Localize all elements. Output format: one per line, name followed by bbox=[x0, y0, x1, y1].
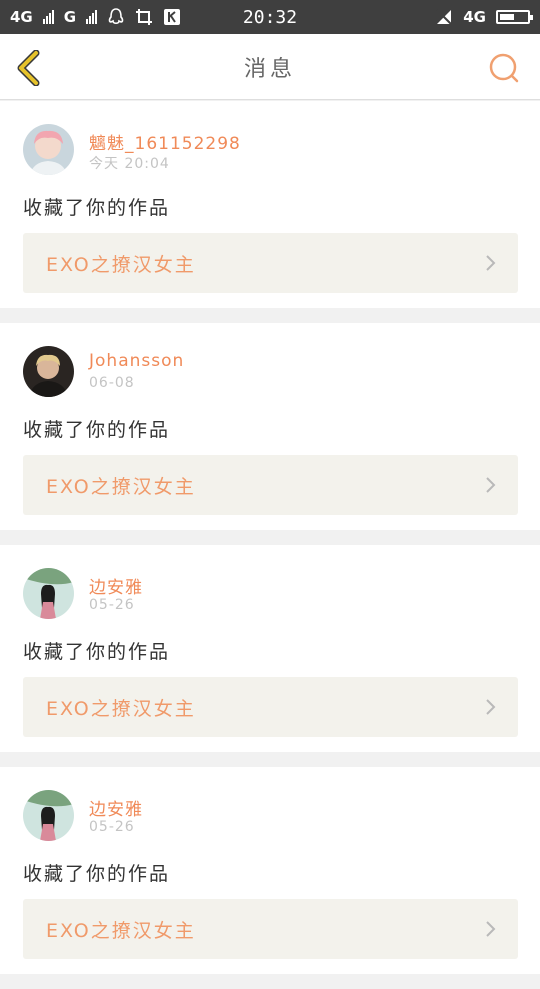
message-time: 05-26 bbox=[89, 819, 135, 835]
work-title: EXO之撩汉女主 bbox=[46, 253, 196, 276]
chevron-right-icon bbox=[486, 255, 496, 271]
status-time: 20:32 bbox=[242, 6, 298, 28]
message-card: 边安雅 05-26 收藏了你的作品 EXO之撩汉女主 bbox=[0, 767, 540, 974]
chevron-right-icon bbox=[486, 699, 496, 715]
action-text: 收藏了你的作品 bbox=[23, 641, 171, 663]
chevron-left-icon bbox=[17, 49, 40, 87]
action-text: 收藏了你的作品 bbox=[23, 419, 171, 441]
signal-icon bbox=[42, 10, 54, 24]
page-title: 消息 bbox=[243, 56, 296, 82]
status-bar: 4G G 20:32 4G bbox=[0, 0, 540, 34]
work-title: EXO之撩汉女主 bbox=[46, 697, 196, 720]
action-text: 收藏了你的作品 bbox=[23, 863, 171, 885]
network-label-3: 4G bbox=[463, 8, 486, 26]
search-icon bbox=[489, 53, 519, 83]
top-bar: 消息 bbox=[0, 34, 540, 100]
avatar[interactable] bbox=[23, 124, 74, 175]
avatar[interactable] bbox=[23, 568, 74, 619]
message-card: Johansson 06-08 收藏了你的作品 EXO之撩汉女主 bbox=[0, 323, 540, 530]
status-left: 4G G bbox=[10, 8, 181, 26]
message-card: 魑魅_161152298 今天 20:04 收藏了你的作品 EXO之撩汉女主 bbox=[0, 101, 540, 308]
battery-icon bbox=[496, 10, 533, 24]
chevron-right-icon bbox=[486, 477, 496, 493]
message-card: 边安雅 05-26 收藏了你的作品 EXO之撩汉女主 bbox=[0, 545, 540, 752]
avatar[interactable] bbox=[23, 346, 74, 397]
search-button[interactable] bbox=[488, 52, 520, 84]
username[interactable]: 边安雅 bbox=[89, 795, 143, 820]
work-link[interactable]: EXO之撩汉女主 bbox=[23, 455, 518, 515]
username[interactable]: Johansson bbox=[89, 351, 184, 371]
work-title: EXO之撩汉女主 bbox=[46, 919, 196, 942]
k-app-icon bbox=[163, 8, 181, 26]
message-time: 今天 20:04 bbox=[89, 156, 170, 172]
username[interactable]: 边安雅 bbox=[89, 573, 143, 598]
chevron-right-icon bbox=[486, 921, 496, 937]
network-label-2: G bbox=[63, 8, 77, 26]
avatar[interactable] bbox=[23, 790, 74, 841]
work-link[interactable]: EXO之撩汉女主 bbox=[23, 233, 518, 293]
no-wifi-icon bbox=[435, 8, 453, 26]
signal-icon-2 bbox=[86, 10, 98, 24]
message-time: 05-26 bbox=[89, 597, 135, 613]
status-right: 4G bbox=[435, 8, 533, 26]
action-text: 收藏了你的作品 bbox=[23, 197, 171, 219]
work-link[interactable]: EXO之撩汉女主 bbox=[23, 677, 518, 737]
back-button[interactable] bbox=[14, 49, 44, 87]
username[interactable]: 魑魅_161152298 bbox=[89, 129, 241, 154]
crop-icon bbox=[135, 8, 153, 26]
message-list: 魑魅_161152298 今天 20:04 收藏了你的作品 EXO之撩汉女主 J… bbox=[0, 101, 540, 989]
message-time: 06-08 bbox=[89, 375, 135, 391]
network-label: 4G bbox=[10, 8, 33, 26]
work-title: EXO之撩汉女主 bbox=[46, 475, 196, 498]
qq-icon bbox=[107, 8, 125, 26]
work-link[interactable]: EXO之撩汉女主 bbox=[23, 899, 518, 959]
